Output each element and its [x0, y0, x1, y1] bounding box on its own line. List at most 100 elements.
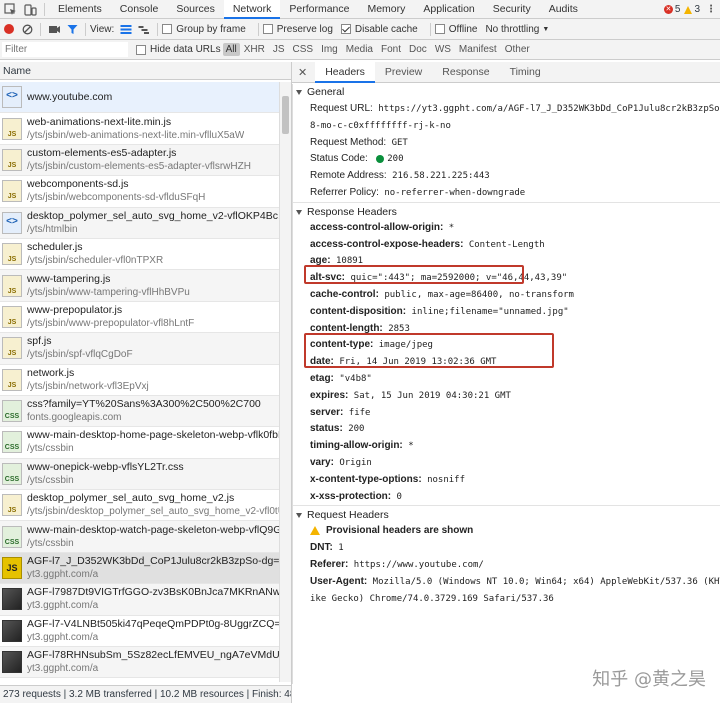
request-row[interactable]: CSS css?family=YT%20Sans%3A300%2C500%2C70…	[0, 395, 279, 428]
header-value: Mozilla/5.0 (Windows NT 10.0; Win64; x64…	[372, 576, 720, 587]
request-row[interactable]: AGF-l78RHNsubSm_5Sz82ecLfEMVEU_ngA7eVMdU…	[0, 647, 279, 679]
detail-tab-preview[interactable]: Preview	[375, 62, 432, 83]
filter-type-xhr[interactable]: XHR	[240, 44, 269, 55]
request-row[interactable]: JS AGF-l7_J_D352WK3bDd_CoP1Julu8cr2kB3zpS…	[0, 552, 279, 585]
error-count[interactable]: 5	[675, 4, 681, 15]
request-path: /yts/jsbin/desktop_polymer_sel_auto_svg_…	[27, 506, 279, 518]
header-row: server: fife	[292, 405, 720, 422]
request-row[interactable]: CSS www-main-desktop-home-page-skeleton-w…	[0, 427, 279, 459]
more-options-icon[interactable]: ⋮	[706, 4, 716, 15]
transferred-size: 3.2 MB transferred	[68, 689, 152, 700]
request-row[interactable]: JS custom-elements-es5-adapter.js/yts/jsb…	[0, 144, 279, 177]
request-row[interactable]: JS spf.js/yts/jsbin/spf-vflqCgDoF	[0, 333, 279, 365]
name-column-header[interactable]: Name	[0, 62, 291, 80]
response-headers-title: Response Headers	[307, 205, 397, 218]
overview-icon[interactable]	[135, 19, 153, 40]
detail-tab-response[interactable]: Response	[432, 62, 499, 83]
request-row[interactable]: JS webcomponents-sd.js/yts/jsbin/webcompo…	[0, 176, 279, 208]
request-name: custom-elements-es5-adapter.js	[27, 146, 177, 159]
offline-checkbox[interactable]: Offline	[434, 24, 477, 35]
disable-cache-label: Disable cache	[354, 23, 418, 35]
large-rows-icon[interactable]	[117, 19, 135, 40]
tab-network[interactable]: Network	[223, 0, 281, 19]
tab-performance[interactable]: Performance	[280, 0, 358, 19]
device-toolbar-icon[interactable]	[20, 0, 40, 19]
request-name: desktop_polymer_sel_auto_svg_home_v2-vfl…	[27, 209, 279, 222]
tab-elements[interactable]: Elements	[49, 0, 111, 19]
response-headers-section-header[interactable]: Response Headers	[292, 201, 720, 220]
header-key: timing-allow-origin:	[310, 440, 403, 452]
preserve-log-checkbox[interactable]: Preserve log	[262, 24, 333, 35]
filter-type-manifest[interactable]: Manifest	[455, 44, 501, 55]
header-key: Request Method:	[310, 136, 387, 148]
tab-security[interactable]: Security	[484, 0, 540, 19]
request-row[interactable]: AGF-l7987Dt9VIGTrfGGO-zv3BsK0BnJca7MKRnA…	[0, 584, 279, 616]
clear-icon[interactable]	[18, 19, 36, 40]
close-icon[interactable]: ✕	[292, 66, 315, 79]
filter-type-other[interactable]: Other	[501, 44, 534, 55]
filter-input[interactable]	[2, 42, 128, 57]
request-row[interactable]: AGF-l7-V4LNBt505ki47qPeqeQmPDPt0g-8UggrZ…	[0, 616, 279, 648]
filter-type-ws[interactable]: WS	[431, 44, 455, 55]
record-icon[interactable]	[0, 19, 18, 40]
hide-data-urls-checkbox[interactable]: Hide data URLs	[136, 44, 221, 55]
general-title: General	[307, 86, 345, 98]
tab-sources[interactable]: Sources	[167, 0, 224, 19]
warning-icon	[310, 526, 320, 536]
tab-audits[interactable]: Audits	[540, 0, 587, 19]
hide-data-urls-label: Hide data URLs	[150, 44, 221, 55]
header-key: server:	[310, 406, 344, 418]
filter-icon[interactable]	[63, 19, 81, 40]
header-key: Remote Address:	[310, 170, 387, 182]
request-headers-section-header[interactable]: Request Headers	[292, 505, 720, 523]
highlight-box-content-disposition	[304, 333, 554, 368]
request-row[interactable]: JS www-tampering.js/yts/jsbin/www-tamperi…	[0, 270, 279, 302]
request-row[interactable]: JS web-animations-next-lite.min.js/yts/js…	[0, 113, 279, 145]
watermark: 知乎 @黄之昊	[592, 669, 706, 690]
request-detail-pane: ✕ Headers Preview Response Timing General R…	[292, 61, 720, 703]
request-list-scrollbar[interactable]	[279, 82, 291, 682]
request-name: AGF-l7_J_D352WK3bDd_CoP1Julu8cr2kB3zpSo-…	[27, 555, 279, 568]
filter-type-img[interactable]: Img	[317, 44, 342, 55]
inspect-element-icon[interactable]	[0, 0, 20, 19]
filter-type-media[interactable]: Media	[342, 44, 377, 55]
devtools-tabbar: Elements Console Sources Network Performance…	[0, 0, 720, 19]
tab-console[interactable]: Console	[111, 0, 168, 19]
request-row[interactable]: <> www.youtube.com	[0, 82, 279, 114]
request-row[interactable]: CSS www-onepick-webp-vflsYL2Tr.css/yts/cs…	[0, 458, 279, 491]
header-value: Sat, 15 Jun 2019 04:30:21 GMT	[353, 390, 511, 401]
request-row[interactable]: JS www-prepopulator.js/yts/jsbin/www-prep…	[0, 302, 279, 334]
filter-type-all[interactable]: All	[222, 43, 240, 56]
request-row[interactable]: CSS www-main-desktop-watch-page-skeleton-…	[0, 521, 279, 553]
filter-type-css[interactable]: CSS	[289, 44, 318, 55]
header-key: x-content-type-options:	[310, 473, 422, 485]
resources-size: 10.2 MB resources	[159, 689, 244, 700]
tab-memory[interactable]: Memory	[358, 0, 414, 19]
request-row[interactable]: <> desktop_polymer_sel_auto_svg_home_v2-v…	[0, 207, 279, 239]
disable-cache-checkbox[interactable]: Disable cache	[340, 23, 418, 35]
filter-type-js[interactable]: JS	[269, 44, 289, 55]
filter-type-doc[interactable]: Doc	[405, 44, 431, 55]
request-name: AGF-l7987Dt9VIGTrfGGO-zv3BsK0BnJca7MKRnA…	[27, 586, 279, 599]
html-file-icon: <>	[2, 86, 22, 109]
throttling-select[interactable]: No throttling ▼	[485, 24, 549, 35]
warning-count[interactable]: 3	[694, 4, 700, 15]
header-value: GET	[391, 137, 408, 148]
request-path: /yts/htmlbin	[27, 223, 78, 235]
js-file-icon: JS	[2, 557, 22, 580]
general-section-header[interactable]: General	[292, 83, 720, 101]
header-value: "v4b8"	[339, 373, 372, 384]
js-file-icon: JS	[2, 368, 22, 391]
detail-tab-headers[interactable]: Headers	[315, 61, 375, 83]
request-row[interactable]: JS desktop_polymer_sel_auto_svg_home_v2.j…	[0, 490, 279, 522]
capture-screenshots-icon[interactable]	[45, 19, 63, 40]
header-row: expires: Sat, 15 Jun 2019 04:30:21 GMT	[292, 388, 720, 405]
request-row[interactable]: JS scheduler.js/yts/jsbin/scheduler-vfl0n…	[0, 239, 279, 271]
request-row[interactable]: JS network.js/yts/jsbin/network-vfl3EpVxj	[0, 365, 279, 396]
throttling-value: No throttling	[485, 23, 540, 35]
group-by-frame-checkbox[interactable]: Group by frame	[162, 24, 246, 35]
detail-tab-timing[interactable]: Timing	[500, 62, 551, 83]
filter-type-font[interactable]: Font	[377, 44, 405, 55]
image-thumbnail-icon	[2, 588, 22, 611]
tab-application[interactable]: Application	[414, 0, 483, 19]
